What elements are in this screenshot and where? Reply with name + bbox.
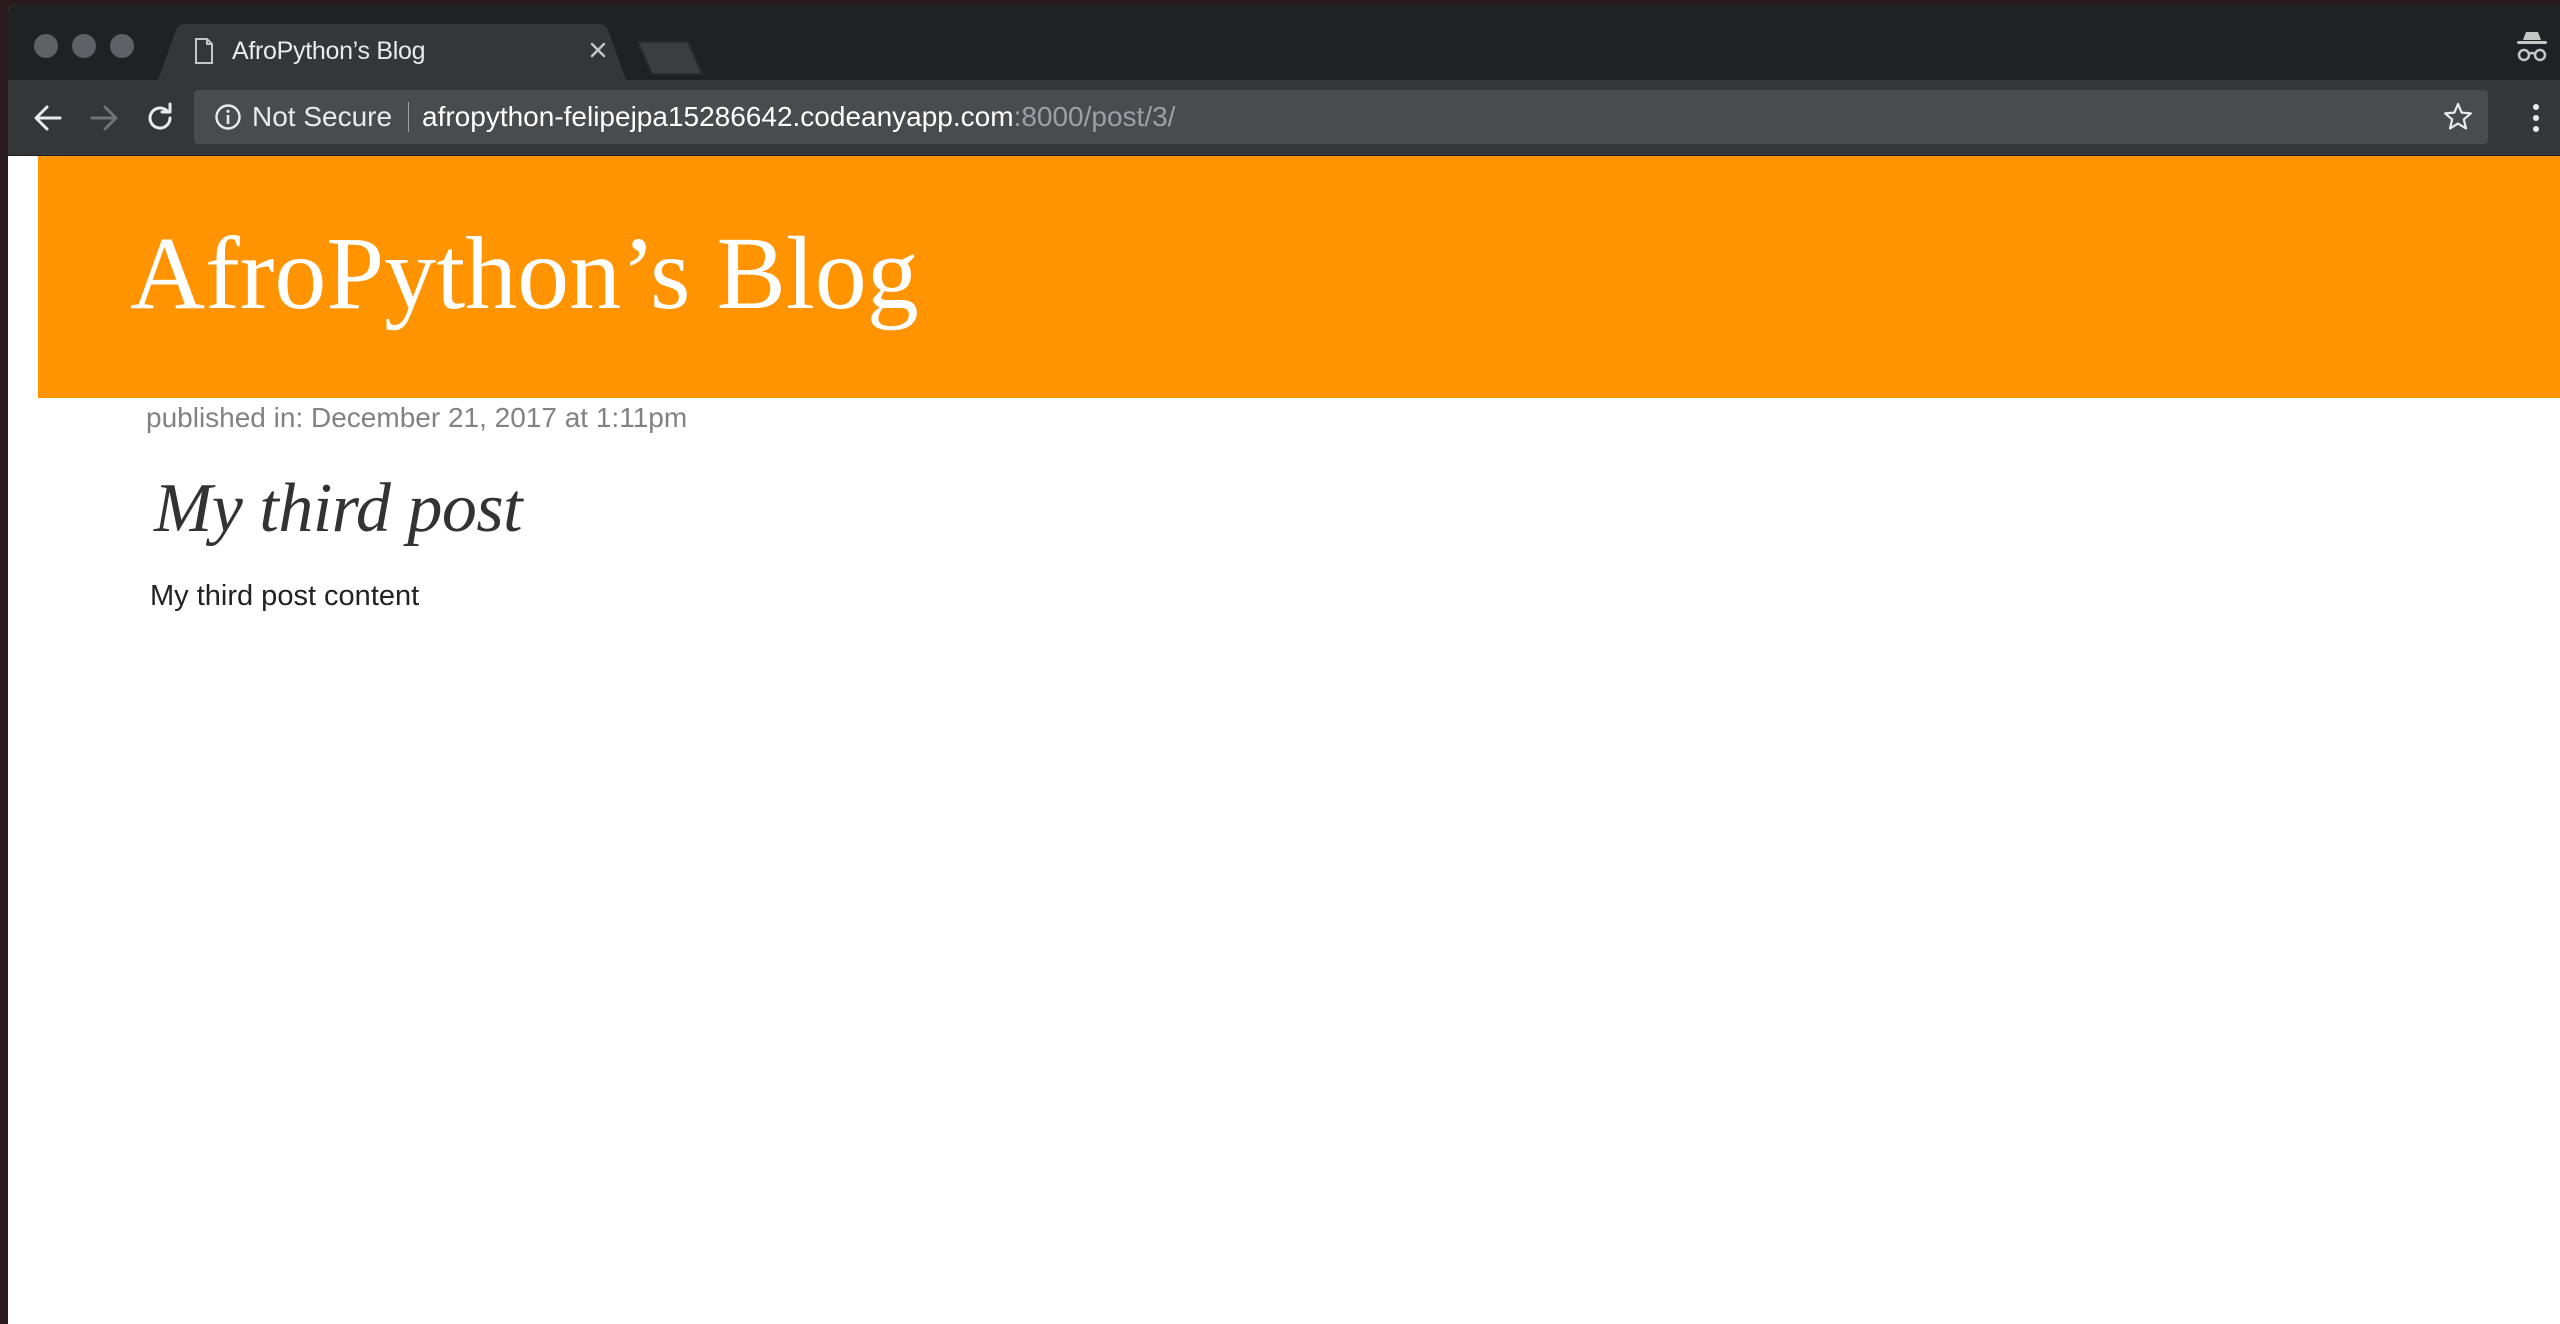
arrow-right-icon[interactable]	[84, 98, 124, 138]
security-label[interactable]: Not Secure	[252, 101, 392, 133]
minimize-window-button[interactable]	[72, 34, 96, 58]
browser-tab-active[interactable]: AfroPython’s Blog	[158, 24, 626, 80]
info-icon[interactable]	[214, 103, 242, 131]
incognito-icon[interactable]	[2512, 28, 2552, 68]
close-icon[interactable]	[584, 36, 612, 64]
post-date: published in: December 21, 2017 at 1:11p…	[146, 402, 688, 433]
url-text[interactable]: afropython-felipejpa15286642.codeanyapp.…	[422, 101, 1175, 133]
reload-icon[interactable]	[140, 98, 180, 138]
document-icon	[195, 38, 213, 64]
new-tab-button[interactable]	[636, 40, 706, 76]
kebab-menu-icon[interactable]	[2524, 98, 2548, 138]
browser-window: AfroPython’s Blog Not Secure afropython-…	[8, 4, 2560, 1324]
tab-title: AfroPython’s Blog	[232, 37, 426, 65]
post-title: My third post	[154, 470, 523, 547]
star-icon[interactable]	[2442, 101, 2474, 133]
blog-title-link[interactable]: AfroPython’s Blog	[130, 222, 919, 326]
post-content: My third post content	[150, 580, 420, 612]
browser-toolbar: Not Secure afropython-felipejpa15286642.…	[8, 80, 2560, 156]
address-divider	[408, 102, 409, 132]
close-window-button[interactable]	[34, 34, 58, 58]
zoom-window-button[interactable]	[110, 34, 134, 58]
web-page: AfroPython’s Blog published in: December…	[8, 156, 2560, 1324]
address-bar[interactable]: Not Secure afropython-felipejpa15286642.…	[194, 90, 2488, 144]
tab-strip: AfroPython’s Blog	[8, 4, 2560, 80]
url-host: afropython-felipejpa15286642.codeanyapp.…	[422, 101, 1014, 132]
arrow-left-icon[interactable]	[28, 98, 68, 138]
url-path: :8000/post/3/	[1013, 101, 1176, 132]
blog-header: AfroPython’s Blog	[38, 156, 2560, 398]
